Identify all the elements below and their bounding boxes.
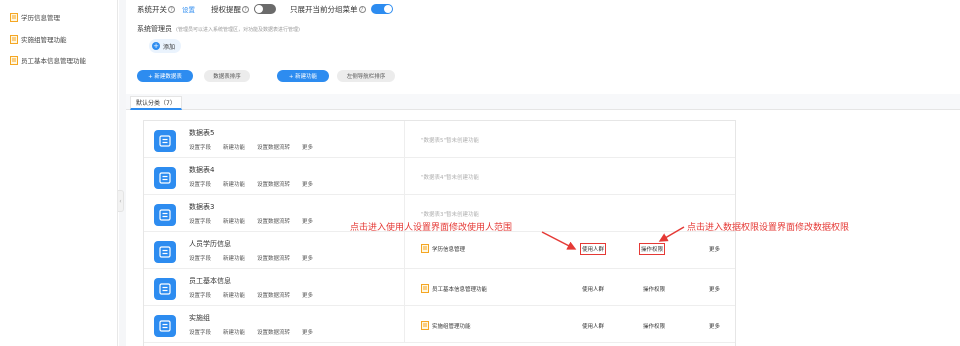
red-arrow-icon: [541, 226, 685, 250]
